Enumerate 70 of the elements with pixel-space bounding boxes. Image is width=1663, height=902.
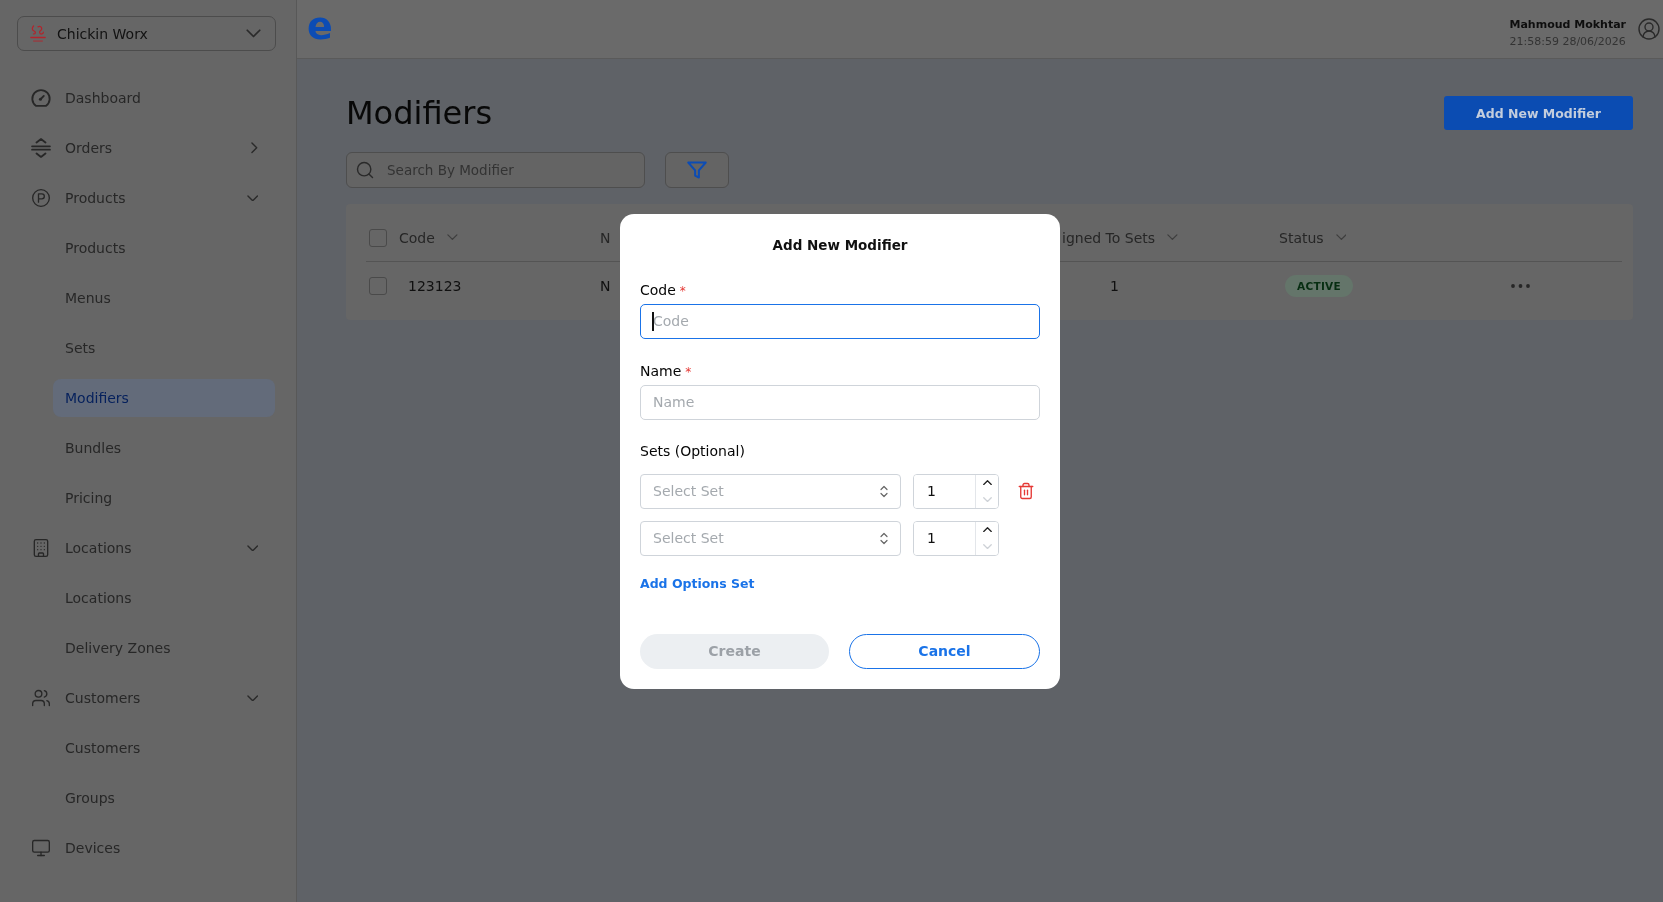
up-down-lines-icon <box>31 138 51 158</box>
number-stepper[interactable]: 1 <box>913 520 999 556</box>
more-icon <box>1511 284 1530 288</box>
user-name: Mahmoud Mokhtar <box>1509 18 1626 31</box>
delete-button[interactable] <box>1017 482 1035 500</box>
chevron-down-icon <box>982 543 992 549</box>
add-options-set-link[interactable]: Add Options Set <box>640 574 755 593</box>
checkbox[interactable] <box>369 228 387 247</box>
nav-subitem[interactable]: Customers <box>53 729 275 767</box>
nav-subitem[interactable]: Menus <box>53 279 275 317</box>
page-title: Modifiers <box>346 93 493 133</box>
table-cell: 123123 <box>408 278 462 294</box>
monitor-icon <box>31 838 51 858</box>
cancel-button[interactable]: Cancel <box>849 633 1040 669</box>
checkbox[interactable] <box>369 277 387 295</box>
nav-subitem[interactable]: Delivery Zones <box>53 629 275 667</box>
nav-item[interactable]: Dashboard <box>17 79 275 117</box>
p-circle-icon <box>31 188 51 208</box>
brand-selector[interactable]: Chickin Worx <box>17 16 276 51</box>
section-label: Sets (Optional) <box>640 441 745 460</box>
up-down-chevron-icon <box>880 531 888 545</box>
column-header[interactable]: igned To Sets <box>1062 229 1156 246</box>
up-down-chevron-icon <box>880 484 888 498</box>
nav-subitem[interactable]: Modifiers <box>53 379 275 417</box>
nav-subitem[interactable]: Pricing <box>53 479 275 517</box>
sort-chevron-icon[interactable] <box>1167 234 1178 241</box>
chevron-up-icon <box>982 527 992 533</box>
nav-group[interactable]: Products <box>17 179 275 217</box>
filter-icon <box>687 161 707 179</box>
field-label: Name <box>640 361 682 380</box>
number-stepper[interactable]: 1 <box>913 473 999 509</box>
add-modifier-button[interactable]: Add New Modifier <box>1444 96 1633 130</box>
select-field[interactable]: Select Set <box>640 520 901 556</box>
search-icon <box>355 160 375 180</box>
chevron-down-icon <box>982 496 992 502</box>
nav-group[interactable]: Locations <box>17 529 275 567</box>
text-cursor-icon <box>652 311 654 331</box>
trash-icon <box>1017 482 1035 500</box>
nav-subitem[interactable]: Bundles <box>53 429 275 467</box>
users-icon <box>31 688 51 708</box>
nav-subitem[interactable]: Groups <box>53 779 275 817</box>
required-asterisk: * <box>685 363 692 381</box>
more-button[interactable] <box>1511 284 1530 288</box>
chevron-down-icon <box>246 29 261 38</box>
chevron-up-icon <box>982 480 992 486</box>
building-icon <box>31 538 51 558</box>
gauge-icon <box>31 89 51 107</box>
nav-group[interactable]: Customers <box>17 679 275 717</box>
nav-subitem[interactable]: Locations <box>53 579 275 617</box>
text-field[interactable]: Code <box>640 303 1040 339</box>
select-field[interactable]: Select Set <box>640 473 901 509</box>
table-cell: 1 <box>1110 278 1119 294</box>
column-header[interactable]: Code <box>399 229 435 246</box>
sort-chevron-icon[interactable] <box>1335 234 1347 241</box>
column-header[interactable]: Status <box>1279 229 1324 246</box>
filter-button[interactable] <box>665 152 729 188</box>
nav-subitem[interactable]: Products <box>53 229 275 267</box>
logo-icon <box>30 25 46 42</box>
nav-group[interactable]: Orders <box>17 129 275 167</box>
status-badge: ACTIVE <box>1285 275 1353 297</box>
sort-chevron-icon[interactable] <box>446 234 458 241</box>
field-label: Code <box>640 280 676 299</box>
brand-logo: e <box>307 7 333 45</box>
nav-item[interactable]: Devices <box>17 829 275 867</box>
table-cell: N <box>600 278 611 294</box>
required-asterisk: * <box>679 282 686 300</box>
nav-subitem[interactable]: Sets <box>53 329 275 367</box>
column-header: N <box>600 229 611 246</box>
modal-title: Add New Modifier <box>771 235 909 254</box>
user-avatar-icon[interactable] <box>1637 17 1661 41</box>
